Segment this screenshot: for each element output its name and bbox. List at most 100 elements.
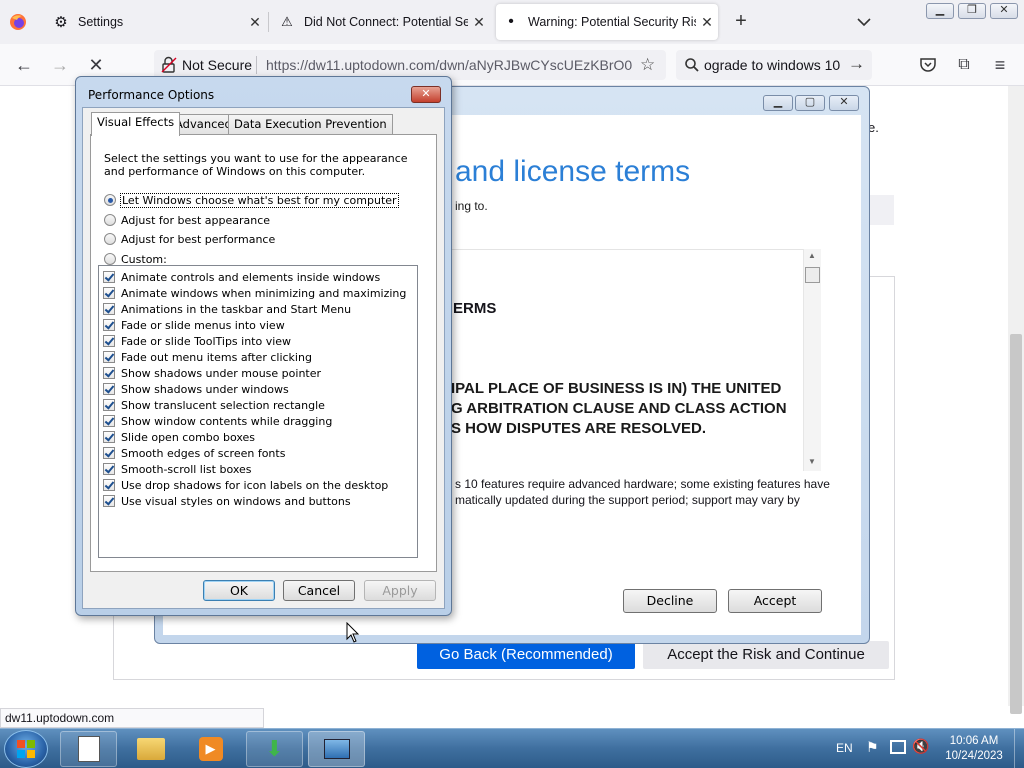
hamburger-menu-icon[interactable]: ≡ <box>988 54 1012 76</box>
tab-data-execution-prevention[interactable]: Data Execution Prevention <box>228 114 393 134</box>
visual-effect-item[interactable]: Smooth edges of screen fonts <box>103 445 285 461</box>
checkbox-checked[interactable] <box>103 271 115 283</box>
close-icon[interactable]: ✕ <box>468 14 490 31</box>
close-window-button[interactable]: ✕ <box>990 3 1018 19</box>
terms-line: IPAL PLACE OF BUSINESS IS IN) THE UNITED <box>451 380 782 397</box>
visual-effect-item[interactable]: Use drop shadows for icon labels on the … <box>103 477 388 493</box>
checkbox-checked[interactable] <box>103 399 115 411</box>
stop-icon[interactable]: ✕ <box>84 54 108 76</box>
radio-button[interactable] <box>104 233 116 245</box>
radio-let-windows-choose[interactable]: Let Windows choose what's best for my co… <box>104 192 399 208</box>
radio-best-appearance[interactable]: Adjust for best appearance <box>104 212 270 228</box>
close-icon[interactable]: ✕ <box>696 14 718 31</box>
url-text[interactable]: https://dw11.uptodown.com/dwn/aNyRJBwCYs… <box>266 57 632 73</box>
terms-scrollbar-thumb[interactable] <box>805 267 820 283</box>
checkbox-checked[interactable] <box>103 367 115 379</box>
ok-button[interactable]: OK <box>203 580 275 601</box>
search-text[interactable]: ograde to windows 10 <box>704 57 844 73</box>
search-bar[interactable]: ograde to windows 10 → <box>676 50 872 80</box>
extensions-icon[interactable]: ⧉ <box>952 54 976 76</box>
checkbox-checked[interactable] <box>103 415 115 427</box>
terms-scrollbar[interactable]: ▲ ▼ <box>803 249 821 471</box>
language-indicator[interactable]: EN <box>836 741 853 755</box>
search-go-arrow-icon[interactable]: → <box>848 54 865 74</box>
checkbox-checked[interactable] <box>103 447 115 459</box>
tab-security-warning[interactable]: • Warning: Potential Security Risk Ahead… <box>496 4 718 40</box>
taskbar-control-panel[interactable] <box>60 731 117 767</box>
license-close-button[interactable]: ✕ <box>829 95 859 111</box>
license-maximize-button[interactable]: ▢ <box>795 95 825 111</box>
visual-effect-item[interactable]: Fade or slide ToolTips into view <box>103 333 291 349</box>
visual-effect-item[interactable]: Slide open combo boxes <box>103 429 255 445</box>
license-minimize-button[interactable]: ▁ <box>763 95 793 111</box>
volume-muted-icon[interactable]: 🔇 <box>912 738 929 755</box>
radio-button[interactable] <box>104 253 116 265</box>
apply-button[interactable]: Apply <box>364 580 436 601</box>
action-center-flag-icon[interactable]: ⚑ <box>866 739 879 756</box>
visual-effects-list[interactable]: Animate controls and elements inside win… <box>98 265 418 558</box>
checkbox-checked[interactable] <box>103 351 115 363</box>
accept-button[interactable]: Accept <box>728 589 822 613</box>
restore-button[interactable]: ❐ <box>958 3 986 19</box>
checkbox-checked[interactable] <box>103 303 115 315</box>
page-scrollbar-thumb[interactable] <box>1010 334 1022 714</box>
visual-effect-item[interactable]: Smooth-scroll list boxes <box>103 461 252 477</box>
system-clock[interactable]: 10:06 AM 10/24/2023 <box>936 734 1012 764</box>
tab-visual-effects[interactable]: Visual Effects <box>91 112 181 136</box>
start-button[interactable] <box>4 730 48 768</box>
visual-effect-item[interactable]: Fade or slide menus into view <box>103 317 285 333</box>
taskbar-download-app[interactable]: ⬇ <box>246 731 303 767</box>
visual-effect-item[interactable]: Fade out menu items after clicking <box>103 349 312 365</box>
checkbox-checked[interactable] <box>103 431 115 443</box>
list-all-tabs-icon[interactable] <box>854 12 874 32</box>
visual-effect-item[interactable]: Animate windows when minimizing and maxi… <box>103 285 406 301</box>
visual-effect-item[interactable]: Animations in the taskbar and Start Menu <box>103 301 351 317</box>
page-scrollbar[interactable] <box>1008 86 1024 714</box>
visual-effect-item[interactable]: Use visual styles on windows and buttons <box>103 493 351 509</box>
decline-button[interactable]: Decline <box>623 589 717 613</box>
visual-effect-item[interactable]: Animate controls and elements inside win… <box>103 269 380 285</box>
forward-arrow-icon[interactable]: → <box>48 54 72 76</box>
taskbar-system-properties[interactable] <box>308 731 365 767</box>
tab-settings[interactable]: ⚙ Settings ✕ <box>46 4 266 40</box>
folder-icon <box>136 738 165 760</box>
checkbox-checked[interactable] <box>103 335 115 347</box>
scroll-up-icon[interactable]: ▲ <box>808 251 816 260</box>
checkbox-checked[interactable] <box>103 463 115 475</box>
radio-best-performance[interactable]: Adjust for best performance <box>104 231 275 247</box>
url-separator <box>256 56 257 74</box>
back-arrow-icon[interactable]: ← <box>12 54 36 76</box>
visual-effect-label: Animate windows when minimizing and maxi… <box>121 286 407 300</box>
visual-effect-label: Animate controls and elements inside win… <box>121 270 381 284</box>
firefox-menu-icon[interactable] <box>8 12 28 32</box>
visual-effect-item[interactable]: Show translucent selection rectangle <box>103 397 325 413</box>
dialog-close-button[interactable]: ✕ <box>411 86 441 103</box>
go-back-button[interactable]: Go Back (Recommended) <box>417 641 635 669</box>
visual-effect-item[interactable]: Show shadows under windows <box>103 381 289 397</box>
radio-button[interactable] <box>104 214 116 226</box>
checkbox-checked[interactable] <box>103 495 115 507</box>
checkbox-checked[interactable] <box>103 383 115 395</box>
checkbox-checked[interactable] <box>103 287 115 299</box>
scroll-down-icon[interactable]: ▼ <box>808 457 816 466</box>
insecure-lock-icon[interactable] <box>160 56 178 74</box>
checkbox-checked[interactable] <box>103 479 115 491</box>
radio-button[interactable] <box>104 194 116 206</box>
accept-risk-button[interactable]: Accept the Risk and Continue <box>643 641 889 669</box>
minimize-button[interactable]: ▁ <box>926 3 954 19</box>
taskbar-explorer[interactable] <box>122 731 179 767</box>
close-icon[interactable]: ✕ <box>244 14 266 31</box>
show-desktop-button[interactable] <box>1014 729 1024 768</box>
pocket-icon[interactable] <box>916 54 940 76</box>
tab-did-not-connect[interactable]: ⚠ Did Not Connect: Potential Security Is… <box>272 4 490 40</box>
bookmark-star-icon[interactable]: ☆ <box>640 55 655 75</box>
network-icon[interactable] <box>890 740 906 754</box>
checkbox-checked[interactable] <box>103 319 115 331</box>
visual-effect-label: Smooth-scroll list boxes <box>121 462 252 476</box>
taskbar-media-player[interactable]: ▶ <box>182 731 239 767</box>
visual-effect-item[interactable]: Show shadows under mouse pointer <box>103 365 321 381</box>
visual-effect-label: Show translucent selection rectangle <box>121 398 325 412</box>
cancel-button[interactable]: Cancel <box>283 580 355 601</box>
new-tab-button[interactable]: + <box>730 10 752 32</box>
visual-effect-item[interactable]: Show window contents while dragging <box>103 413 332 429</box>
